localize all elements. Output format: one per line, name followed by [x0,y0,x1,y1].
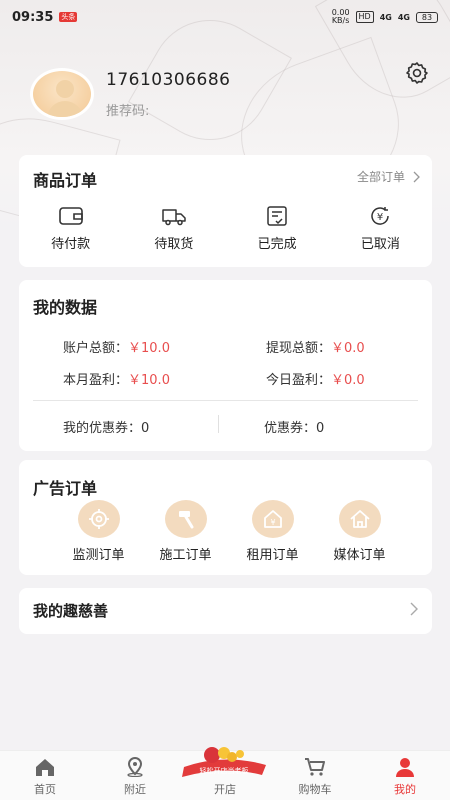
net-speed: 0.00 KB/s [331,8,350,25]
status-time: 09:35 [12,9,54,25]
signal-4g-1: 4G [379,12,392,22]
shop-promo-text: 轻松开店当老板 [200,766,249,775]
ad-media-order[interactable]: 媒体订单 [316,500,403,563]
today-profit: 今日盈利：￥0.0 [266,373,365,388]
hammer-icon [178,511,193,529]
hd-chip: HD [355,11,374,23]
my-charity-title: 我的趣慈善 [33,602,109,620]
battery-indicator: 83 [416,11,438,23]
divider [218,415,219,433]
tab-home[interactable]: 首页 [0,751,90,800]
tab-mine[interactable]: 我的 [360,751,450,800]
divider [33,400,418,401]
status-indicators: 0.00 KB/s HD 4G 4G 83 [332,9,438,25]
profile-header [30,68,94,120]
tab-nearby[interactable]: 附近 [90,751,180,800]
product-orders-title: 商品订单 [33,171,98,190]
svg-text:¥: ¥ [270,518,275,527]
home-icon [349,510,370,528]
my-charity-row[interactable]: 我的趣慈善 [19,588,432,634]
checklist-icon [267,206,287,226]
my-data-title: 我的数据 [33,298,98,317]
gear-icon[interactable] [404,60,430,86]
home-icon [36,759,54,776]
user-icon [396,758,414,777]
chevron-right-icon [413,171,420,182]
chevron-right-icon [410,602,418,616]
ad-monitor-order[interactable]: 监测订单 [55,500,142,563]
ad-construction-order[interactable]: 施工订单 [142,500,229,563]
month-profit: 本月盈利：￥10.0 [63,373,170,388]
order-completed[interactable]: 已完成 [226,205,329,252]
product-orders-card: 商品订单 全部订单 待付款 待取货 已完成 ¥ 已取消 [19,155,432,267]
ad-orders-card: 广告订单 监测订单 施工订单 ¥ 租用订单 媒体订单 [19,460,432,575]
signal-4g-2: 4G [397,12,410,22]
ad-orders-title: 广告订单 [33,479,98,498]
wallet-icon [58,207,83,225]
status-bar: 09:35 头条 0.00 KB/s HD 4G 4G 83 [0,0,450,34]
svg-text:¥: ¥ [377,212,383,223]
shop-promo-icon[interactable]: 轻松开店当老板 [180,745,268,781]
account-total: 账户总额：￥10.0 [63,341,170,356]
location-pin-icon [127,757,143,777]
cart-icon [305,758,325,776]
all-orders-link[interactable]: 全部订单 [357,168,420,185]
coupons[interactable]: 优惠券：0 [264,417,324,436]
order-cancelled[interactable]: ¥ 已取消 [329,205,432,252]
withdraw-total: 提现总额：￥0.0 [266,341,365,356]
avatar[interactable] [30,68,94,120]
house-yen-icon: ¥ [263,510,282,528]
ad-rental-order[interactable]: ¥ 租用订单 [229,500,316,563]
yen-refresh-icon: ¥ [371,207,390,225]
my-coupons[interactable]: 我的优惠券：0 [63,417,149,436]
my-data-card: 我的数据 账户总额：￥10.0 提现总额：￥0.0 本月盈利：￥10.0 今日盈… [19,280,432,451]
order-pending-payment[interactable]: 待付款 [19,205,122,252]
order-pending-pickup[interactable]: 待取货 [122,205,225,252]
notification-badge: 头条 [59,12,78,22]
tab-cart[interactable]: 购物车 [270,751,360,800]
user-phone: 17610306686 [106,70,231,90]
referral-code-label: 推荐码: [106,104,150,119]
target-icon [88,509,109,529]
truck-icon [162,209,186,226]
